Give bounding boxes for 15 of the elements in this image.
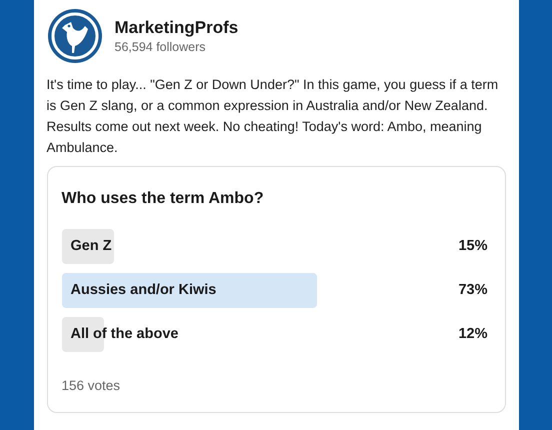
author-name[interactable]: MarketingProfs [114,17,238,39]
poll-option-track[interactable]: Aussies and/or Kiwis [62,273,412,308]
post-text: It's time to play... "Gen Z or Down Under?" In this game, you guess if a term is Gen Z slang, or a common expression in Australia and/or New Zealand. Results come out next week. No cheating! Today's word: Ambo, meaning Ambulance. [46,76,500,157]
poll-question: Who uses the term Ambo? [62,189,265,209]
poll-option-label: Gen Z [70,236,112,256]
poll-option-track[interactable]: Gen Z [62,229,412,264]
poll-option-label: All of the above [70,324,178,344]
poll-percentage: 15% [458,236,488,256]
poll-option-label: Aussies and/or Kiwis [70,280,216,300]
vote-count: 156 votes [62,377,122,395]
follower-count: 56,594 followers [114,39,207,55]
poll-option-track[interactable]: All of the above [62,317,412,352]
poll-percentage: 73% [458,280,488,300]
bird-logo-icon [46,8,102,64]
poll-percentage: 12% [458,324,488,344]
